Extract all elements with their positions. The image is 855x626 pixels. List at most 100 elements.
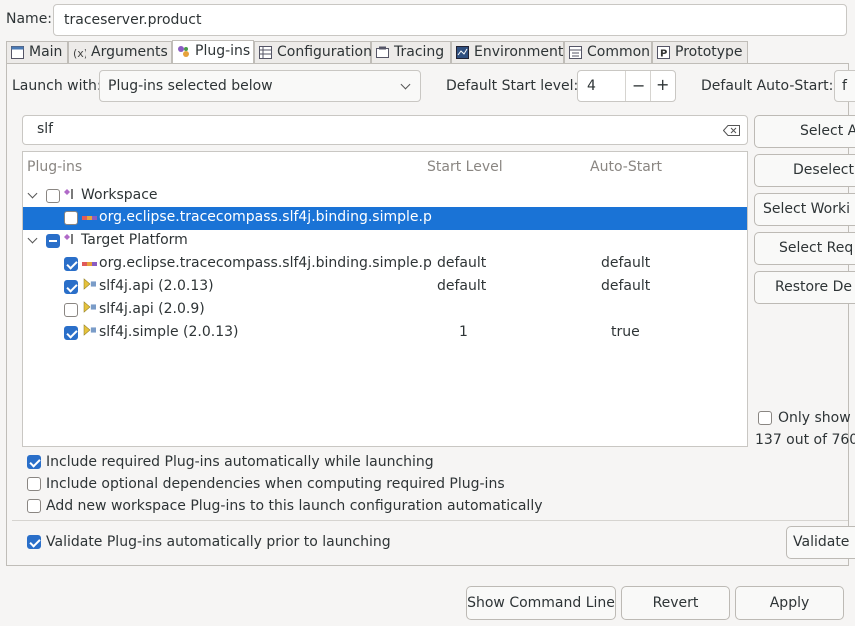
show-command-line-button[interactable]: Show Command Line — [466, 586, 616, 620]
validate-button[interactable]: Validate — [786, 526, 855, 559]
restore-defaults-button[interactable]: Restore De — [754, 271, 855, 304]
tracing-tab-icon — [376, 46, 389, 58]
jar-plugin-icon — [83, 324, 96, 336]
include-required-checkbox[interactable] — [27, 455, 41, 469]
target-platform-icon — [64, 234, 73, 244]
only-show-checkbox[interactable] — [758, 411, 772, 425]
tree-row[interactable]: slf4j.simple (2.0.13) 1 true — [23, 322, 747, 345]
tab-arguments-label: Arguments — [91, 44, 168, 60]
default-auto-start-select[interactable]: f — [834, 70, 855, 102]
workspace-checkbox[interactable] — [46, 189, 60, 203]
apply-button[interactable]: Apply — [735, 586, 844, 620]
configuration-tab-icon — [259, 46, 272, 59]
select-required-button[interactable]: Select Req — [754, 232, 855, 265]
default-start-level-label: Default Start level: — [446, 78, 579, 94]
tree-row[interactable]: slf4j.api (2.0.13) default default — [23, 276, 747, 299]
filter-value: slf — [37, 121, 54, 137]
revert-button[interactable]: Revert — [621, 586, 730, 620]
column-header-start-level[interactable]: Start Level — [427, 159, 503, 175]
count-label: 137 out of 760 — [755, 432, 855, 448]
workspace-item-checkbox[interactable] — [64, 211, 78, 225]
plugin-name: slf4j.api (2.0.9) — [99, 301, 205, 317]
expand-arrow-icon[interactable] — [27, 188, 38, 199]
launch-with-select[interactable]: Plug-ins selected below — [99, 70, 421, 102]
include-optional-label: Include optional dependencies when compu… — [46, 476, 505, 492]
tab-plugins[interactable]: Plug-ins — [172, 40, 254, 64]
column-header-auto-start[interactable]: Auto-Start — [590, 159, 662, 175]
tab-prototype-label: Prototype — [675, 44, 743, 60]
plugin-name: org.eclipse.tracecompass.slf4j.binding.s… — [99, 209, 432, 225]
svg-text:(x)=: (x)= — [73, 47, 86, 59]
launch-with-value: Plug-ins selected below — [108, 78, 273, 94]
arguments-tab-icon: (x)= — [73, 47, 86, 59]
validate-plugins-label: Validate Plug-ins automatically prior to… — [46, 534, 391, 550]
jar-plugin-icon — [83, 301, 96, 313]
only-show-label: Only show — [778, 410, 851, 426]
plugin-start-level: 1 — [459, 324, 468, 340]
tree-row[interactable]: slf4j.api (2.0.9) — [23, 299, 747, 322]
name-field[interactable]: traceserver.product — [53, 4, 847, 36]
plugin-auto-start: default — [601, 278, 651, 294]
plugin-auto-start: default — [601, 255, 651, 271]
include-required-label: Include required Plug-ins automatically … — [46, 454, 434, 470]
chevron-down-icon — [400, 79, 411, 90]
workspace-icon — [64, 189, 73, 199]
launch-with-label: Launch with: — [12, 78, 102, 94]
plugin-checkbox[interactable] — [64, 326, 78, 340]
tab-tracing[interactable]: Tracing — [371, 41, 451, 63]
plugin-name: org.eclipse.tracecompass.slf4j.binding.s… — [99, 255, 432, 271]
tree-row[interactable]: org.eclipse.tracecompass.slf4j.binding.s… — [23, 253, 747, 276]
workspace-label: Workspace — [81, 187, 158, 203]
filter-input[interactable]: slf — [22, 115, 748, 145]
default-start-level-spinner[interactable]: 4 − + — [577, 70, 676, 102]
prototype-tab-icon: P — [657, 46, 670, 59]
plugin-checkbox[interactable] — [64, 280, 78, 294]
tree-row-selected[interactable]: org.eclipse.tracecompass.slf4j.binding.s… — [23, 207, 747, 230]
target-platform-label: Target Platform — [81, 232, 188, 248]
plugin-icon — [82, 262, 97, 266]
main-tab-icon — [11, 46, 24, 59]
plugin-checkbox[interactable] — [64, 303, 78, 317]
tab-main[interactable]: Main — [6, 41, 68, 63]
decrement-button[interactable]: − — [632, 76, 645, 95]
plugin-name: slf4j.api (2.0.13) — [99, 278, 214, 294]
plugin-start-level: default — [437, 278, 487, 294]
tab-configuration-label: Configuration — [277, 44, 372, 60]
separator — [12, 520, 848, 521]
deselect-all-button[interactable]: Deselect — [754, 154, 855, 187]
add-new-workspace-label: Add new workspace Plug-ins to this launc… — [46, 498, 543, 514]
tree-row-target-platform[interactable]: Target Platform — [23, 230, 747, 253]
add-new-workspace-checkbox[interactable] — [27, 499, 41, 513]
select-working-set-button[interactable]: Select Worki — [754, 193, 855, 226]
tab-prototype[interactable]: P Prototype — [652, 41, 748, 63]
include-optional-checkbox[interactable] — [27, 477, 41, 491]
clear-icon[interactable] — [723, 125, 740, 136]
expand-arrow-icon[interactable] — [27, 233, 38, 244]
validate-plugins-checkbox[interactable] — [27, 535, 41, 549]
tab-main-label: Main — [29, 44, 63, 60]
plugins-tree[interactable]: Plug-ins Start Level Auto-Start Workspac… — [22, 151, 748, 447]
target-platform-checkbox[interactable] — [46, 234, 60, 248]
plugin-icon — [82, 216, 97, 220]
default-auto-start-label: Default Auto-Start: — [701, 78, 834, 94]
plugin-checkbox[interactable] — [64, 257, 78, 271]
tab-bar: Main (x)= Arguments Plug-ins Configurati… — [6, 40, 748, 64]
tree-row-workspace[interactable]: Workspace — [23, 185, 747, 208]
spinner-divider — [650, 71, 651, 101]
name-value: traceserver.product — [64, 12, 202, 28]
column-header-plugins[interactable]: Plug-ins — [27, 159, 82, 175]
select-all-button[interactable]: Select A — [754, 115, 855, 148]
default-auto-start-value: f — [842, 78, 847, 94]
svg-text:P: P — [660, 49, 667, 60]
increment-button[interactable]: + — [656, 75, 669, 94]
common-tab-icon — [569, 46, 582, 59]
tab-common-label: Common — [587, 44, 651, 60]
tab-arguments[interactable]: (x)= Arguments — [68, 41, 172, 63]
spinner-divider — [625, 71, 626, 101]
jar-plugin-icon — [83, 278, 96, 290]
tab-environment-label: Environment — [474, 44, 564, 60]
tab-configuration[interactable]: Configuration — [254, 41, 372, 63]
tab-environment[interactable]: Environment — [451, 41, 564, 63]
name-label: Name: — [6, 11, 53, 27]
tab-common[interactable]: Common — [564, 41, 652, 63]
